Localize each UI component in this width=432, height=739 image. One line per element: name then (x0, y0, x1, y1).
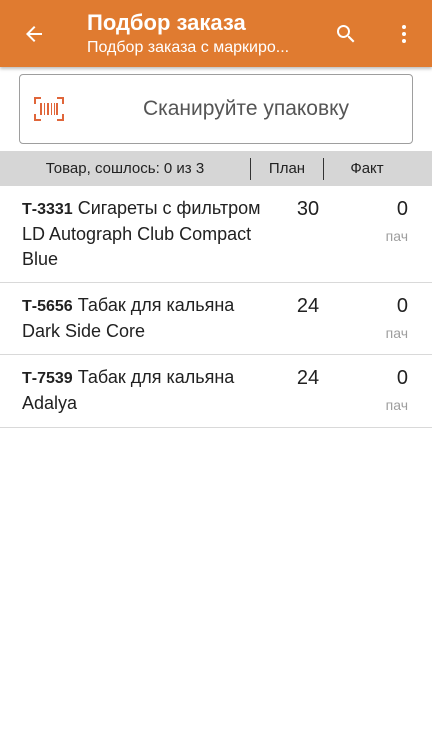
row-product-name: Т-3331 Сигареты с фильтром LD Autograph … (22, 196, 262, 272)
table-row[interactable]: Т-7539 Табак для кальяна Adalya 24 0 пач (0, 355, 432, 428)
row-plan: 24 (296, 295, 320, 317)
arrow-back-icon[interactable] (14, 14, 54, 54)
row-unit: пач (385, 228, 408, 244)
row-product-name: Т-7539 Табак для кальяна Adalya (22, 365, 262, 416)
scan-package-button[interactable]: Сканируйте упаковку (19, 74, 413, 144)
column-plan-header: План (268, 160, 306, 177)
row-plan: 30 (296, 198, 320, 220)
page-title: Подбор заказа (87, 10, 246, 35)
table-header: Товар, сошлось: 0 из 3 План Факт (0, 151, 432, 186)
row-article: Т-5656 (22, 298, 73, 315)
column-fact-header: Факт (350, 160, 384, 177)
row-product-name: Т-5656 Табак для кальяна Dark Side Core (22, 293, 262, 344)
barcode-scan-icon (34, 97, 64, 121)
page-subtitle: Подбор заказа с маркиро... (87, 39, 290, 56)
row-fact: 0 (396, 295, 408, 317)
app-bar: Подбор заказа Подбор заказа с маркиро... (0, 0, 432, 67)
goods-list: Т-3331 Сигареты с фильтром LD Autograph … (0, 186, 432, 428)
table-row[interactable]: Т-3331 Сигареты с фильтром LD Autograph … (0, 186, 432, 283)
column-goods-header: Товар, сошлось: 0 из 3 (45, 160, 205, 177)
table-row[interactable]: Т-5656 Табак для кальяна Dark Side Core … (0, 283, 432, 355)
row-article: Т-7539 (22, 370, 73, 387)
row-article: Т-3331 (22, 201, 73, 218)
row-unit: пач (385, 325, 408, 341)
row-plan: 24 (296, 367, 320, 389)
app-bar-titles: Подбор заказа Подбор заказа с маркиро... (87, 9, 317, 58)
row-fact: 0 (396, 198, 408, 220)
search-icon[interactable] (326, 14, 366, 54)
more-vert-icon[interactable] (384, 14, 424, 54)
scan-package-label: Сканируйте упаковку (142, 97, 350, 120)
row-unit: пач (385, 397, 408, 413)
row-fact: 0 (396, 367, 408, 389)
